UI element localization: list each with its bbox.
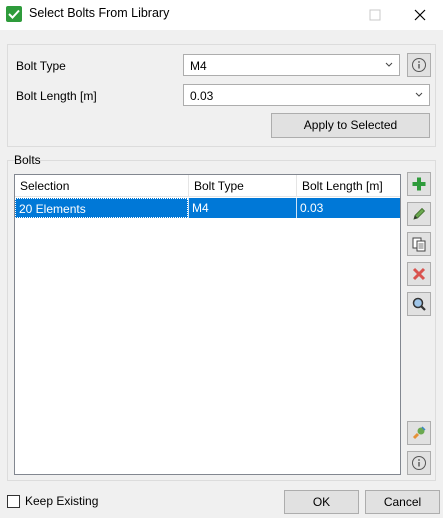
title-bar: Select Bolts From Library [0, 0, 443, 30]
bolt-type-label: Bolt Type [16, 59, 66, 73]
delete-button[interactable] [407, 262, 431, 286]
bolt-type-select[interactable]: M4 [183, 54, 400, 76]
chevron-down-icon [415, 92, 423, 97]
window-title: Select Bolts From Library [29, 6, 170, 20]
cell-bolt-type[interactable]: M4 [189, 198, 297, 218]
info-icon [412, 456, 426, 470]
delete-icon [412, 267, 426, 281]
table-row[interactable]: 20 Elements M4 0.03 [15, 198, 400, 218]
info-icon [412, 58, 426, 72]
pick-button[interactable] [407, 421, 431, 445]
keep-existing-label: Keep Existing [25, 494, 99, 508]
minimize-button[interactable] [259, 0, 305, 30]
green-check-icon [6, 6, 22, 22]
close-button[interactable] [397, 0, 443, 30]
column-header-bolt-type[interactable]: Bolt Type [189, 175, 297, 197]
chevron-down-icon [385, 62, 393, 67]
apply-to-selected-button[interactable]: Apply to Selected [271, 113, 430, 138]
column-header-bolt-length[interactable]: Bolt Length [m] [297, 175, 400, 197]
keep-existing-checkbox[interactable] [7, 495, 20, 508]
bolt-type-value: M4 [190, 59, 207, 73]
bolt-length-label: Bolt Length [m] [16, 89, 97, 103]
maximize-button[interactable] [352, 0, 398, 30]
copy-button[interactable] [407, 232, 431, 256]
maximize-icon [369, 9, 381, 21]
cell-selection[interactable]: 20 Elements [15, 198, 188, 218]
table-header: Selection Bolt Type Bolt Length [m] [15, 175, 400, 197]
info-button[interactable] [407, 451, 431, 475]
ok-button[interactable]: OK [284, 490, 359, 514]
cell-bolt-length[interactable]: 0.03 [297, 198, 400, 218]
bolts-group-label: Bolts [14, 153, 41, 167]
edit-icon [413, 207, 426, 220]
cancel-button[interactable]: Cancel [365, 490, 440, 514]
add-button[interactable] [407, 172, 431, 196]
bolt-length-value: 0.03 [190, 89, 214, 103]
pick-icon [412, 426, 426, 440]
edit-button[interactable] [407, 202, 431, 226]
close-icon [414, 9, 426, 21]
add-icon [412, 177, 426, 191]
zoom-button[interactable] [407, 292, 431, 316]
column-header-selection[interactable]: Selection [15, 175, 189, 197]
bolt-length-select[interactable]: 0.03 [183, 84, 430, 106]
bolts-table[interactable]: Selection Bolt Type Bolt Length [m] 20 E… [14, 174, 401, 475]
zoom-icon [412, 297, 426, 311]
bolt-info-button[interactable] [407, 53, 431, 77]
copy-icon [412, 237, 426, 252]
